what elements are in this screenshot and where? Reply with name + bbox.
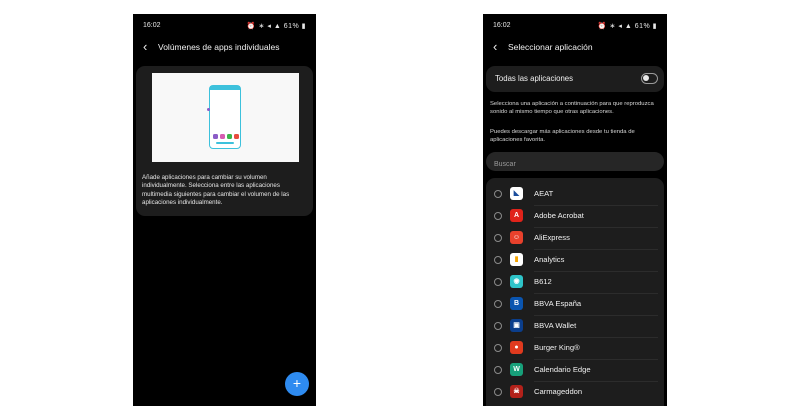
page-title: Seleccionar aplicación bbox=[508, 42, 593, 52]
app-name: AliExpress bbox=[534, 233, 570, 242]
phone-illustration-icon bbox=[207, 85, 241, 149]
app-name: Adobe Acrobat bbox=[534, 211, 584, 220]
radio-button[interactable] bbox=[494, 234, 502, 242]
app-list: ◣ AEAT A Adobe Acrobat ☺ AliExpress ▮ Analytics… bbox=[486, 178, 664, 406]
radio-button[interactable] bbox=[494, 322, 502, 330]
app-list-item[interactable]: ▮ Analytics bbox=[486, 250, 664, 272]
app-list-item[interactable]: ▣ BBVA Wallet bbox=[486, 316, 664, 338]
radio-button[interactable] bbox=[494, 212, 502, 220]
right-phone-screen: 16:02 ⏰ ∗ ◂ ▲ 61% ▮ ‹ Seleccionar aplica… bbox=[483, 14, 667, 406]
intro-description: Añade aplicaciones para cambiar su volum… bbox=[142, 174, 290, 206]
aeat-icon: ◣ bbox=[510, 187, 523, 200]
adobe-acrobat-icon: A bbox=[510, 209, 523, 222]
back-icon[interactable]: ‹ bbox=[493, 40, 497, 53]
b612-icon: ◉ bbox=[510, 275, 523, 288]
radio-button[interactable] bbox=[494, 278, 502, 286]
carmageddon-icon: ☠ bbox=[510, 385, 523, 398]
radio-button[interactable] bbox=[494, 366, 502, 374]
left-phone-screen: 16:02 ⏰ ∗ ◂ ▲ 61% ▮ ‹ Volúmenes de apps … bbox=[133, 14, 316, 406]
app-list-item[interactable]: ☠ Carmageddon bbox=[486, 382, 664, 404]
radio-button[interactable] bbox=[494, 256, 502, 264]
app-bar: ‹ Seleccionar aplicación bbox=[483, 38, 667, 60]
app-list-item[interactable]: W Calendario Edge bbox=[486, 360, 664, 382]
app-bar: ‹ Volúmenes de apps individuales bbox=[133, 38, 316, 60]
app-list-item[interactable]: ☺ AliExpress bbox=[486, 228, 664, 250]
back-icon[interactable]: ‹ bbox=[143, 40, 147, 53]
app-name: Analytics bbox=[534, 255, 565, 264]
app-list-item[interactable]: ◣ AEAT bbox=[486, 184, 664, 206]
bbva-espana-icon: B bbox=[510, 297, 523, 310]
add-app-button[interactable]: + bbox=[285, 372, 309, 396]
all-apps-toggle[interactable] bbox=[641, 73, 658, 84]
status-bar: 16:02 ⏰ ∗ ◂ ▲ 61% ▮ bbox=[483, 14, 667, 34]
all-apps-row[interactable]: Todas las aplicaciones bbox=[486, 66, 664, 92]
intro-card: Añade aplicaciones para cambiar su volum… bbox=[136, 66, 313, 216]
aliexpress-icon: ☺ bbox=[510, 231, 523, 244]
app-name: Calendario Edge bbox=[534, 365, 591, 374]
bbva-wallet-icon: ▣ bbox=[510, 319, 523, 332]
radio-button[interactable] bbox=[494, 388, 502, 396]
status-icons: ⏰ ∗ ◂ ▲ 61% ▮ bbox=[246, 23, 306, 30]
analytics-icon: ▮ bbox=[510, 253, 523, 266]
calendario-edge-icon: W bbox=[510, 363, 523, 376]
search-input[interactable] bbox=[486, 152, 664, 171]
info-text-download: Puedes descargar más aplicaciones desde … bbox=[490, 129, 635, 143]
app-name: BBVA España bbox=[534, 299, 582, 308]
page-title: Volúmenes de apps individuales bbox=[158, 42, 280, 52]
app-list-item[interactable]: A Adobe Acrobat bbox=[486, 206, 664, 228]
status-bar: 16:02 ⏰ ∗ ◂ ▲ 61% ▮ bbox=[133, 14, 316, 34]
status-time: 16:02 bbox=[143, 22, 161, 29]
app-list-item[interactable]: B BBVA España bbox=[486, 294, 664, 316]
illustration-image bbox=[152, 73, 299, 162]
radio-button[interactable] bbox=[494, 300, 502, 308]
radio-button[interactable] bbox=[494, 190, 502, 198]
burger-king-icon: ● bbox=[510, 341, 523, 354]
app-name: Carmageddon bbox=[534, 387, 583, 396]
info-text-select: Selecciona una aplicación a continuación… bbox=[490, 101, 654, 115]
radio-button[interactable] bbox=[494, 344, 502, 352]
all-apps-label: Todas las aplicaciones bbox=[495, 74, 574, 83]
app-name: B612 bbox=[534, 277, 552, 286]
app-name: AEAT bbox=[534, 189, 554, 198]
app-name: Burger King® bbox=[534, 343, 580, 352]
status-time: 16:02 bbox=[493, 22, 511, 29]
app-list-item[interactable]: ◉ B612 bbox=[486, 272, 664, 294]
app-list-item[interactable]: ● Burger King® bbox=[486, 338, 664, 360]
app-name: BBVA Wallet bbox=[534, 321, 577, 330]
status-icons: ⏰ ∗ ◂ ▲ 61% ▮ bbox=[597, 23, 657, 30]
